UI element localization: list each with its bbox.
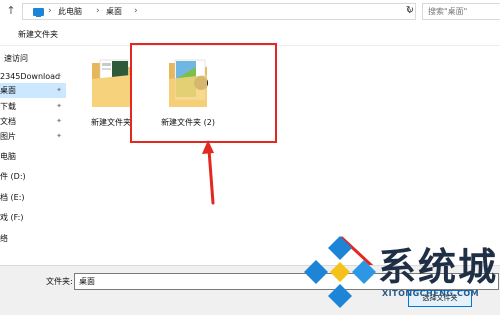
filename-label: 文件夹:: [46, 277, 73, 286]
watermark: 系统城 XITONGCHENG.COM: [300, 230, 500, 315]
watermark-text: 系统城: [378, 245, 499, 289]
watermark-logo-icon: [304, 236, 376, 308]
watermark-url: XITONGCHENG.COM: [382, 289, 480, 298]
file-dialog-window: ↑ › 此电脑 › 桌面 › ∨ ↻ 搜索"桌面" 新建文件夹 速访问 2345…: [0, 0, 500, 315]
annotation-arrow-up: [202, 140, 215, 205]
